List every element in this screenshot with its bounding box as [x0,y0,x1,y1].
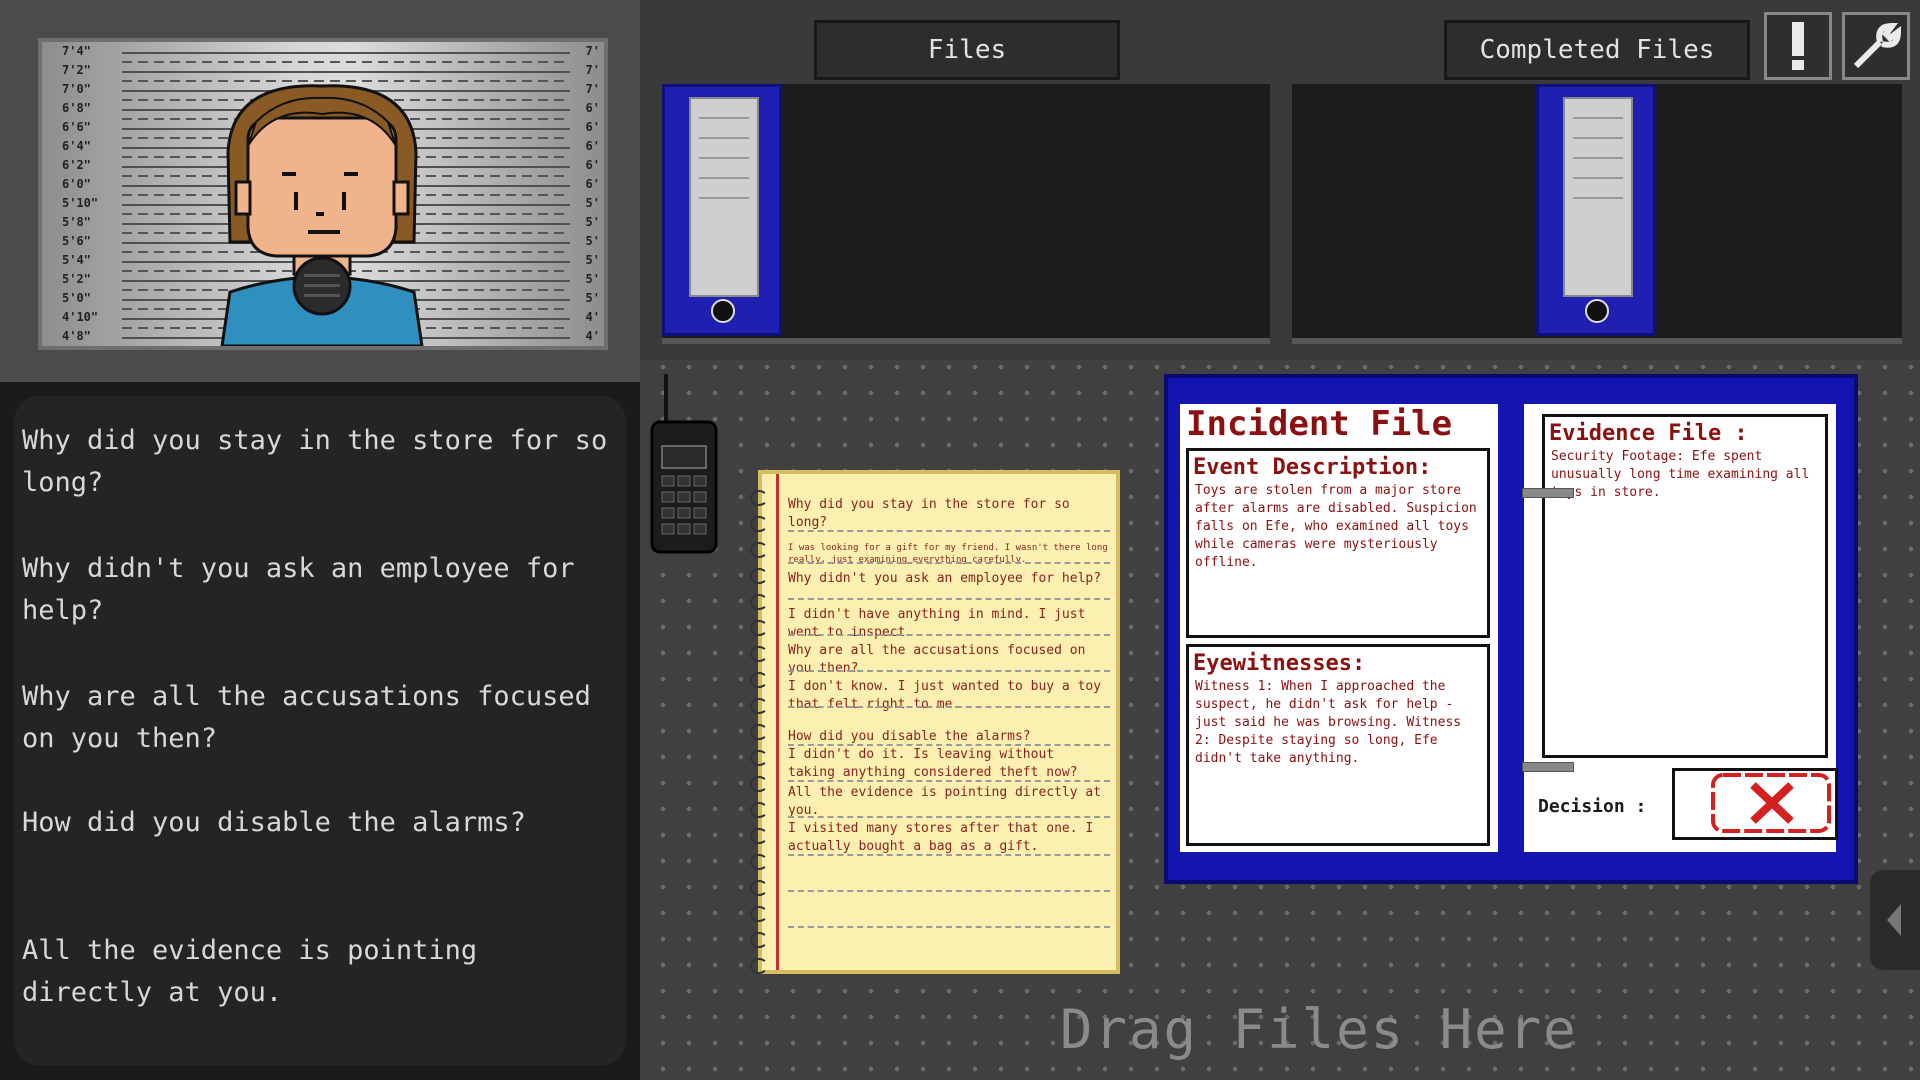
notepad-spiral [750,776,768,792]
incident-file-title: Incident File [1186,404,1453,444]
file-binder[interactable] [662,84,782,336]
notepad-spiral [750,802,768,818]
settings-button[interactable] [1842,12,1910,80]
notepad-spiral [750,750,768,766]
notepad-spiral [750,880,768,896]
notepad-spiral [750,568,768,584]
mugshot-board: 7'4" 7' 7'2" 7' 7'0" 7' 6'8" 6' 6'6" 6' 6'4" 6' 6'2"… [38,38,608,350]
incident-page-left: Incident File Event Description: Toys ar… [1180,404,1498,852]
evidence-file-title: Evidence File : [1549,421,1748,446]
notepad-question: All the evidence is pointing directly at… [788,785,1102,818]
notepad-question: Why didn't you ask an employee for help? [788,571,1102,586]
walkie-talkie-icon[interactable] [648,372,726,558]
completed-file-binder[interactable] [1536,84,1656,336]
exclamation-icon [1792,22,1804,70]
reject-stamp-icon [1711,773,1831,833]
file-shelves: Files Completed Files [640,0,1920,360]
evidence-file-box: Evidence File : Security Footage: Efe sp… [1542,414,1828,758]
question-option[interactable]: Why didn't you ask an employee for help? [22,548,622,632]
side-panel-toggle[interactable] [1870,870,1920,970]
question-option[interactable]: All the evidence is pointing directly at… [22,930,622,1014]
notepad-spiral [750,958,768,974]
notepad-answer: I visited many stores after that one. I … [788,821,1094,854]
notepad-spiral [750,542,768,558]
notepad-question: Why are all the accusations focused on y… [788,643,1086,676]
decision-stamp-box[interactable] [1672,768,1838,840]
suspect-portrait [220,84,424,346]
eyewitnesses-title: Eyewitnesses: [1193,651,1366,676]
notepad-answer: I don't know. I just wanted to buy a toy… [788,679,1102,712]
wrench-icon [1853,22,1902,69]
notepad-spiral [750,516,768,532]
event-description-box: Event Description: Toys are stolen from … [1186,448,1490,638]
question-option[interactable]: Why did you stay in the store for so lon… [22,420,622,504]
alert-button[interactable] [1764,12,1832,80]
notepad-question: Why did you stay in the store for so lon… [788,497,1070,530]
event-description-title: Event Description: [1193,455,1432,480]
event-description-text: Toys are stolen from a major store after… [1195,483,1477,570]
notepad-spiral [750,672,768,688]
notepad-spiral [750,490,768,506]
eyewitnesses-text: Witness 1: When I approached the suspect… [1195,679,1462,766]
notepad-answer: I didn't do it. Is leaving without takin… [788,747,1078,780]
folder-clip [1522,762,1574,772]
folder-clip [1522,488,1574,498]
height-line-minor [122,346,570,348]
chevron-left-icon [1887,904,1901,936]
incident-page-right: Evidence File : Security Footage: Efe sp… [1524,404,1838,852]
notepad-spiral [750,724,768,740]
dialogue-panel: Why did you stay in the store for so lon… [14,396,626,1066]
question-option[interactable]: Why are all the accusations focused on y… [22,676,622,760]
question-option[interactable]: How did you disable the alarms? [22,802,622,844]
mugshot-panel: 7'4" 7' 7'2" 7' 7'0" 7' 6'8" 6' 6'6" 6' 6'4" 6' 6'2"… [0,0,640,382]
notepad[interactable]: Why did you stay in the store for so lon… [750,470,1120,974]
notepad-spiral [750,906,768,922]
notepad-spiral [750,932,768,948]
evidence-file-text: Security Footage: Efe spent unusually lo… [1551,449,1810,500]
notepad-spiral [750,620,768,636]
decision-label: Decision : [1538,796,1647,817]
notepad-answer: I didn't have anything in mind. I just w… [788,607,1086,640]
notepad-spiral [750,828,768,844]
notepad-spiral [750,854,768,870]
notepad-spiral [750,646,768,662]
tab-completed-files[interactable]: Completed Files [1444,20,1750,80]
drag-files-hint: Drag Files Here [1060,998,1578,1061]
tab-files[interactable]: Files [814,20,1120,80]
eyewitnesses-box: Eyewitnesses: Witness 1: When I approach… [1186,644,1490,846]
notepad-spiral [750,594,768,610]
notepad-spiral [750,698,768,714]
